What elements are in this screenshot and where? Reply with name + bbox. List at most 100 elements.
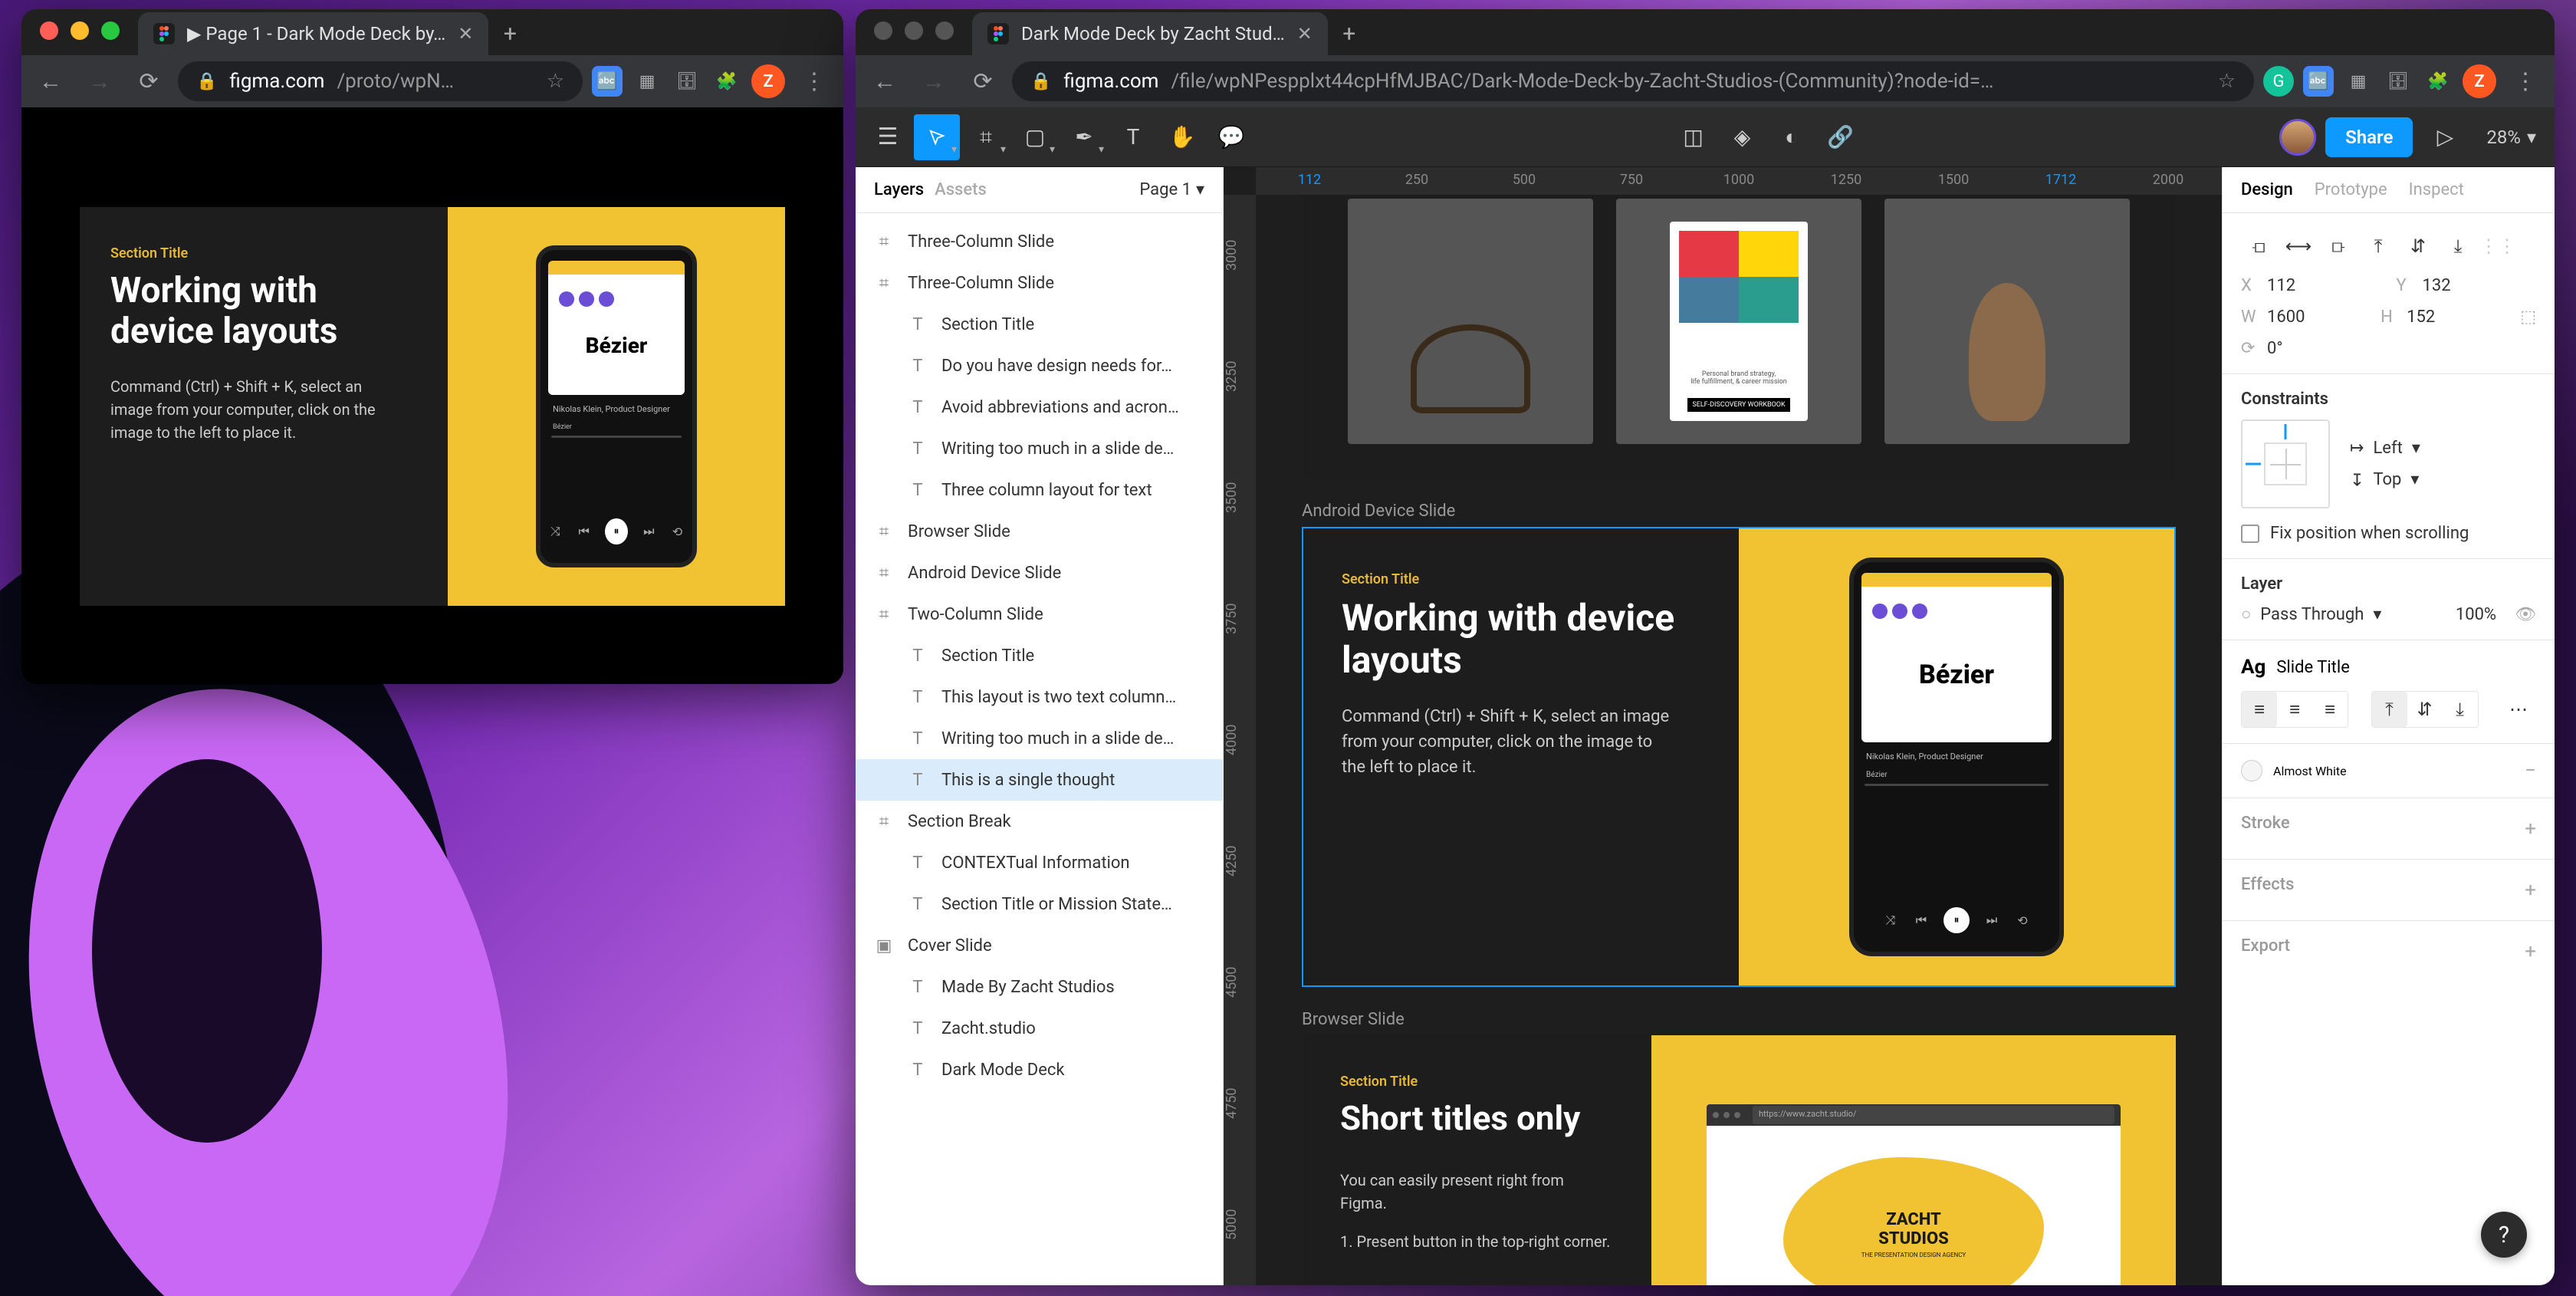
rotation-field[interactable]: ⟳0° — [2241, 339, 2536, 358]
constrain-proportions-icon[interactable]: ⬚ — [2520, 308, 2536, 327]
text-options-icon[interactable]: ⋯ — [2501, 692, 2536, 727]
layer-item[interactable]: TCONTEXTual Information — [856, 842, 1223, 883]
layer-item[interactable]: TSection Title or Mission State… — [856, 883, 1223, 925]
layer-item[interactable]: TThis is a single thought — [856, 759, 1223, 801]
reload-button[interactable]: ⟳ — [129, 61, 169, 101]
extension-icon[interactable]: ▦ — [632, 66, 662, 97]
canvas[interactable]: 11225050075010001250150017122000 3000325… — [1224, 167, 2222, 1285]
align-v-center-icon[interactable]: ⇵ — [2400, 229, 2436, 264]
maximize-window-icon[interactable] — [935, 21, 954, 40]
x-field[interactable]: X112 — [2241, 276, 2381, 295]
layer-item[interactable]: TSection Title — [856, 635, 1223, 676]
close-window-icon[interactable] — [40, 21, 58, 40]
new-tab-button[interactable]: + — [488, 12, 531, 55]
layer-item[interactable]: TDark Mode Deck — [856, 1049, 1223, 1090]
text-align-left-icon[interactable]: ≡ — [2242, 692, 2277, 727]
address-bar[interactable]: 🔒 figma.com/file/wpNPespplxt44cpHfMJBAC/… — [1012, 61, 2254, 101]
horizontal-constraint-select[interactable]: ↦Left ▾ — [2350, 439, 2420, 458]
canvas-viewport[interactable]: FULLTIMEYOU Personal brand strategy,life… — [1256, 195, 2222, 1285]
fill-name[interactable]: Almost White — [2273, 764, 2347, 778]
fix-position-checkbox[interactable]: Fix position when scrolling — [2241, 524, 2536, 543]
extension-icon[interactable]: ▦ — [2343, 66, 2374, 97]
layer-item[interactable]: ⌗Three-Column Slide — [856, 221, 1223, 262]
close-tab-icon[interactable]: ✕ — [1297, 23, 1313, 44]
layers-tab[interactable]: Layers — [874, 180, 935, 199]
extensions-icon[interactable]: 🧩 — [2423, 66, 2453, 97]
browser-tab[interactable]: ▶ Page 1 - Dark Mode Deck by… ✕ — [138, 12, 488, 55]
layer-item[interactable]: TThis layout is two text column… — [856, 676, 1223, 718]
vertical-constraint-select[interactable]: ↦Top ▾ — [2350, 470, 2420, 489]
frame-tool[interactable]: ⌗ — [963, 114, 1009, 160]
distribute-icon[interactable]: ⋮⋮ — [2480, 229, 2515, 264]
minimize-window-icon[interactable] — [71, 21, 89, 40]
layer-item[interactable]: TZacht.studio — [856, 1008, 1223, 1049]
browser-tab[interactable]: Dark Mode Deck by Zacht Stud… ✕ — [972, 12, 1328, 55]
align-left-icon[interactable]: ⟤ — [2241, 229, 2276, 264]
text-align-middle-icon[interactable]: ⇵ — [2407, 692, 2443, 727]
opacity-field[interactable]: 100% — [2456, 605, 2496, 624]
translate-extension-icon[interactable]: 🔤 — [2303, 66, 2334, 97]
chrome-menu-icon[interactable]: ⋮ — [794, 61, 834, 101]
extension-icon[interactable]: 🗄 — [2383, 66, 2413, 97]
forward-button[interactable]: → — [914, 61, 954, 101]
align-h-center-icon[interactable]: ⟷ — [2281, 229, 2316, 264]
add-stroke-icon[interactable]: + — [2525, 817, 2536, 840]
prototype-tab[interactable]: Prototype — [2315, 180, 2387, 199]
bookmark-icon[interactable]: ☆ — [547, 70, 564, 93]
layer-item[interactable]: ⌗Android Device Slide — [856, 552, 1223, 594]
browser-slide-frame[interactable]: Section Title Short titles only You can … — [1302, 1035, 2176, 1285]
fill-swatch[interactable] — [2241, 760, 2262, 781]
remove-fill-icon[interactable]: − — [2525, 759, 2536, 782]
layer-item[interactable]: ⌗Two-Column Slide — [856, 594, 1223, 635]
link-tool-icon[interactable]: 🔗 — [1818, 114, 1864, 160]
shape-tool[interactable]: ▢ — [1012, 114, 1058, 160]
new-tab-button[interactable]: + — [1328, 12, 1371, 55]
frame-label[interactable]: Browser Slide — [1302, 1010, 2176, 1029]
layer-item[interactable]: TDo you have design needs for… — [856, 345, 1223, 386]
three-column-frame[interactable]: FULLTIMEYOU Personal brand strategy,life… — [1302, 195, 2176, 479]
back-button[interactable]: ← — [31, 61, 71, 101]
layer-item[interactable]: TSection Title — [856, 304, 1223, 345]
layer-item[interactable]: TWriting too much in a slide de… — [856, 428, 1223, 469]
y-field[interactable]: Y132 — [2397, 276, 2537, 295]
layer-list[interactable]: ⌗Three-Column Slide⌗Three-Column SlideTS… — [856, 213, 1223, 1285]
mask-tool-icon[interactable]: ◐ — [1769, 114, 1815, 160]
constraint-widget[interactable] — [2241, 419, 2330, 508]
maximize-window-icon[interactable] — [101, 21, 120, 40]
help-button[interactable]: ? — [2481, 1212, 2527, 1258]
page-selector[interactable]: Page 1 ▾ — [1139, 180, 1204, 199]
prototype-viewport[interactable]: Section Title Working with device layout… — [21, 107, 843, 684]
text-style-name[interactable]: Slide Title — [2276, 658, 2350, 677]
width-field[interactable]: W1600 — [2241, 308, 2365, 327]
zoom-menu[interactable]: 28% ▾ — [2477, 127, 2545, 148]
hand-tool[interactable]: ✋ — [1159, 114, 1205, 160]
text-tool[interactable]: T — [1110, 114, 1156, 160]
component-tool-icon[interactable]: ◈ — [1720, 114, 1766, 160]
share-button[interactable]: Share — [2325, 117, 2413, 157]
text-align-bottom-icon[interactable]: ⤓ — [2443, 692, 2478, 727]
grammarly-extension-icon[interactable]: G — [2263, 66, 2294, 97]
layer-item[interactable]: TMade By Zacht Studios — [856, 966, 1223, 1008]
visibility-icon[interactable]: 👁 — [2515, 605, 2536, 624]
android-device-frame[interactable]: Section Title Working with device layout… — [1302, 527, 2176, 987]
assets-tab[interactable]: Assets — [935, 180, 997, 199]
align-right-icon[interactable]: ⟥ — [2321, 229, 2356, 264]
close-tab-icon[interactable]: ✕ — [458, 23, 473, 44]
inspect-tab[interactable]: Inspect — [2409, 180, 2464, 199]
design-tab[interactable]: Design — [2241, 180, 2293, 199]
align-bottom-icon[interactable]: ⤓ — [2440, 229, 2476, 264]
layer-item[interactable]: TAvoid abbreviations and acron… — [856, 386, 1223, 428]
close-window-icon[interactable] — [874, 21, 892, 40]
layer-item[interactable]: TThree column layout for text — [856, 469, 1223, 511]
text-align-right-icon[interactable]: ≡ — [2312, 692, 2348, 727]
minimize-window-icon[interactable] — [905, 21, 923, 40]
collaborator-avatar[interactable] — [2279, 119, 2316, 156]
align-top-icon[interactable]: ⤒ — [2361, 229, 2396, 264]
extensions-icon[interactable]: 🧩 — [711, 66, 742, 97]
add-effect-icon[interactable]: + — [2525, 879, 2536, 902]
present-button[interactable]: ▷ — [2422, 114, 2468, 160]
frame-label[interactable]: Android Device Slide — [1302, 502, 2176, 521]
address-bar[interactable]: 🔒 figma.com/proto/wpN… ☆ — [178, 61, 583, 101]
extension-icon[interactable]: 🗄 — [672, 66, 702, 97]
chrome-menu-icon[interactable]: ⋮ — [2505, 61, 2545, 101]
